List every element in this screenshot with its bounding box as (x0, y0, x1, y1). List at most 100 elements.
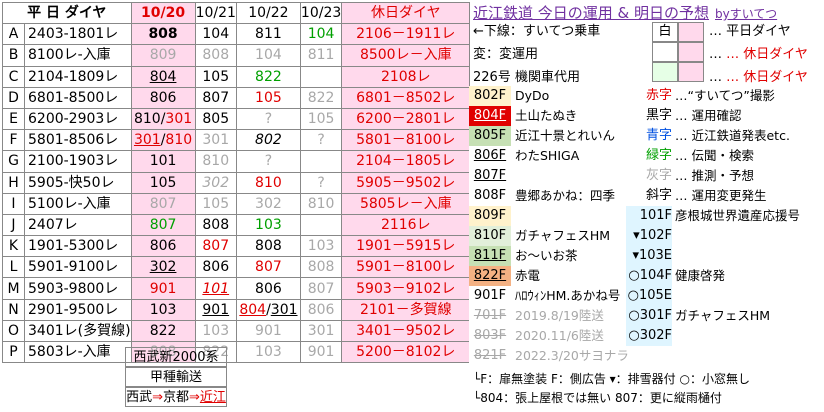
legend-holiday-1: … 休日ダイヤ (726, 47, 808, 62)
row-d3: 807 (235, 256, 301, 279)
car-desc: ガチャフェスHM (675, 308, 771, 323)
date-header-1: 10/20 (130, 1, 196, 25)
legend-white-box-2 (652, 42, 678, 62)
row-d2: 806 (194, 256, 237, 279)
row-d1: 810/301 (130, 107, 196, 131)
car-name: わたSHIGA (515, 148, 580, 163)
row-d3: 901 (235, 319, 301, 343)
row-d3: 103 (235, 213, 301, 237)
row-d2: 810 (194, 150, 237, 173)
row-d1: 806 (130, 235, 196, 258)
row-schedule: 1901-5300レ (24, 235, 132, 258)
row-d3: 802 (235, 129, 301, 152)
car-name: 2022.3/20サヨナラ (515, 348, 629, 363)
row-d1: 804 (130, 65, 196, 88)
legend-change: 変：変運用 (473, 47, 539, 62)
row-d4: ? (299, 171, 343, 194)
row-schedule: 3401レ(多賀線) (24, 319, 132, 343)
row-d4: 811 (299, 44, 343, 67)
row-holiday: 2104－1805レ (341, 150, 471, 173)
car-desc: 彦根城世界遺産応援号 (675, 208, 801, 223)
row-d3: 806 (235, 277, 301, 300)
row-d3: 104 (235, 44, 301, 67)
row-id: D (2, 86, 25, 109)
row-d1: 807 (130, 213, 196, 237)
koshu-label: 甲種輸送 (125, 367, 227, 387)
row-d2: 808 (194, 213, 237, 237)
row-schedule: 5903-9800レ (24, 277, 132, 300)
row-d4: ? (299, 129, 343, 152)
row-id: I (2, 192, 25, 215)
row-d1: 301/810 (130, 129, 196, 152)
table-row: B 8100レ-入庫 809 808 104 811 8500レ－入庫 (2, 44, 471, 67)
car-key: ○104F (626, 266, 672, 286)
row-d4 (299, 65, 343, 88)
row-d2: 807 (194, 235, 237, 258)
row-d3: 810 (235, 171, 301, 194)
row-holiday: 5905－9502レ (341, 171, 471, 194)
date-header-2: 10/21 (194, 1, 237, 25)
row-d3: 103 (235, 340, 301, 364)
car-number: 809F (469, 206, 511, 226)
car-name: 2020.11/6陸送 (515, 328, 604, 343)
row-schedule: 2104-1809レ (24, 65, 132, 88)
car-name: 赤電 (515, 268, 541, 283)
car-number: 811F (469, 246, 511, 266)
table-row: L 5901-9100レ 302 806 807 808 5901－8100レ (2, 256, 471, 279)
legend-white-box: 白 (652, 22, 678, 42)
legend-holiday-2: … 休日ダイヤ (726, 70, 808, 85)
legend-pink-box-2 (678, 42, 704, 62)
car-name: ﾊﾛｳｨﾝHM.あかね号 (515, 288, 621, 303)
row-d2: 103 (194, 319, 237, 343)
row-d3: 105 (235, 86, 301, 109)
row-d4: 822 (299, 86, 343, 109)
row-schedule: 6801-8500レ (24, 86, 132, 109)
note-2: └804：張上屋根では無い 807：更に縦雨樋付 (473, 391, 722, 405)
car-number: 807F (469, 166, 511, 186)
row-d4: 104 (299, 23, 343, 46)
row-holiday: 5805レ－入庫 (341, 192, 471, 215)
d1-part-b: 301 (165, 111, 193, 128)
car-key: 101F (626, 206, 672, 226)
row-id: L (2, 256, 25, 279)
legend-loco: 226号 機関車代用 (473, 70, 580, 85)
car-key: 斜字 (645, 188, 672, 203)
row-d2: 101 (194, 277, 237, 300)
car-name: 近江十景とれいん (515, 128, 616, 143)
row-d2: 901 (194, 298, 237, 321)
row-d3: 808 (235, 235, 301, 258)
car-number: 803F (469, 326, 511, 346)
car-number: 804F (469, 106, 511, 126)
legend-green-box (652, 62, 678, 82)
car-key: ○301F (626, 306, 672, 326)
table-row: H 5905-快50レ 105 302 810? 5905－9502レ (2, 171, 471, 194)
row-d3: 302 (235, 192, 301, 215)
row-d1: 101 (130, 150, 196, 173)
row-id: O (2, 319, 25, 343)
row-holiday: 5903－9102レ (341, 277, 471, 300)
car-name: 土山たぬき (515, 108, 578, 123)
row-d4: 806 (299, 298, 343, 321)
car-key: ▾102F (626, 226, 672, 246)
row-schedule: 2403-1801レ (24, 23, 132, 46)
d3-part-a: 804 (239, 301, 267, 318)
row-id: A (2, 23, 25, 46)
row-holiday: 2106－1911レ (341, 23, 471, 46)
row-holiday: 5200－8102レ (341, 340, 471, 364)
row-d2: 105 (194, 65, 237, 88)
row-id: C (2, 65, 25, 88)
row-d2: 805 (194, 107, 237, 131)
d3-part-b: 301 (270, 301, 298, 318)
row-d4 (299, 150, 343, 173)
legend-underline: ←下線：すいてつ乗車 (473, 24, 601, 39)
row-id: G (2, 150, 25, 173)
car-number: 822F (469, 266, 511, 286)
table-row: K 1901-5300レ 806 807 808 103 1901－5915レ (2, 235, 471, 258)
car-name: 豊郷あかね：四季 (515, 188, 616, 203)
row-id: N (2, 298, 25, 321)
row-id: M (2, 277, 25, 300)
table-row: F 5801-8506レ 301/810 301 802? 5801－8100レ (2, 129, 471, 152)
row-d4: 810 (299, 192, 343, 215)
row-schedule: 5901-9100レ (24, 256, 132, 279)
car-name: 2019.8/19陸送 (515, 308, 604, 323)
